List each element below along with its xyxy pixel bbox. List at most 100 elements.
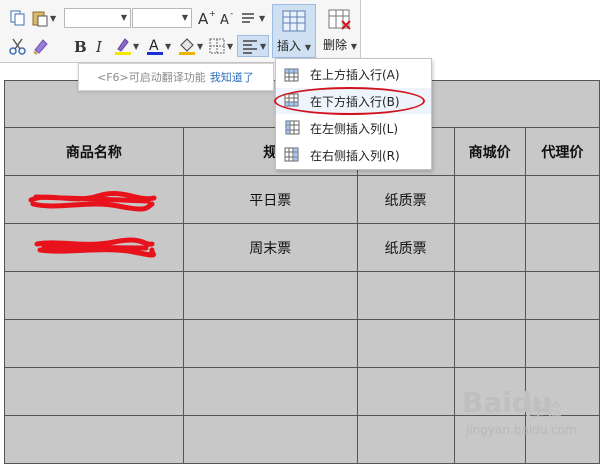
redaction-scribble [28, 191, 157, 212]
table-cell[interactable] [524, 319, 600, 368]
svg-text:+: + [209, 9, 216, 18]
tooltip-text: <F6>可启动翻译功能 [97, 71, 206, 84]
menu-item-insert-column-left[interactable]: 在左侧插入列(L) [276, 115, 431, 141]
insert-column-left-icon [285, 120, 300, 135]
svg-text:A: A [149, 38, 159, 54]
chevron-down-icon: ▼ [350, 42, 357, 51]
table-cell[interactable] [4, 415, 184, 464]
paint-bucket-icon [179, 38, 195, 55]
watermark-subtitle: 经验 [526, 400, 562, 421]
italic-icon: I [95, 38, 103, 56]
table-cell[interactable] [356, 367, 455, 416]
table-cell[interactable] [182, 367, 358, 416]
table-cell[interactable] [182, 271, 358, 320]
font-color-icon: A [147, 38, 163, 55]
formatting-toolbar: ▼ ▼ ▼ A + A- ▼ B I ▼ A ▼ ▼ ▼ ▼ 插入 ▼ 删除 ▼ [0, 0, 361, 63]
bold-button[interactable]: B [70, 36, 90, 56]
table-cell[interactable] [182, 415, 358, 464]
dismiss-link[interactable]: 我知道了 [210, 71, 254, 84]
bold-icon: B [74, 38, 87, 56]
svg-text:A: A [198, 10, 209, 28]
chevron-down-icon: ▼ [227, 41, 234, 51]
menu-item-label: 在上方插入行(A) [310, 67, 400, 82]
chevron-down-icon: ▼ [260, 41, 267, 51]
shrink-font-icon: A- [220, 9, 233, 28]
highlighter-icon [115, 38, 131, 55]
table-cell[interactable] [4, 319, 184, 368]
table-row [4, 319, 600, 368]
align-button[interactable]: ▼ [237, 35, 270, 57]
clear-format-button[interactable]: ▼ [239, 8, 265, 28]
table-cell[interactable] [356, 271, 455, 320]
chevron-down-icon: ▼ [304, 43, 311, 52]
table-cell[interactable]: 纸质票 [356, 223, 455, 272]
header-cell[interactable]: 商城价 [453, 127, 526, 176]
table-cell[interactable]: 周末票 [182, 223, 358, 272]
table-cell[interactable] [4, 367, 184, 416]
header-cell[interactable]: 代理价 [524, 127, 600, 176]
borders-button[interactable]: ▼ [207, 36, 233, 56]
font-color-button[interactable]: A ▼ [145, 36, 171, 56]
italic-button[interactable]: I [91, 36, 111, 56]
table-cell[interactable]: 纸质票 [356, 175, 455, 224]
redaction-scribble [34, 237, 156, 258]
table-cell[interactable] [524, 271, 600, 320]
fill-color-button[interactable]: ▼ [177, 36, 203, 56]
delete-button[interactable]: 删除 ▼ [318, 4, 362, 58]
table-cell[interactable] [524, 223, 600, 272]
highlight-button[interactable]: ▼ [113, 36, 139, 56]
menu-item-label: 在左侧插入列(L) [310, 121, 399, 136]
shrink-font-button[interactable]: A- [217, 8, 237, 28]
table-insert-icon [282, 10, 306, 32]
copy-button[interactable] [8, 8, 28, 28]
menu-item-insert-row-above[interactable]: 在上方插入行(A) [276, 61, 431, 87]
cut-button[interactable] [8, 36, 28, 56]
table-cell[interactable]: 平日票 [182, 175, 358, 224]
menu-item-insert-column-right[interactable]: 在右侧插入列(R) [276, 142, 431, 168]
table-cell[interactable] [453, 271, 526, 320]
paste-icon [32, 11, 48, 27]
chevron-down-icon: ▼ [197, 41, 204, 51]
highlight-circle-annotation [274, 87, 425, 115]
format-painter-button[interactable] [31, 36, 51, 56]
menu-item-label: 在右侧插入列(R) [310, 148, 400, 163]
table-cell[interactable] [453, 223, 526, 272]
chevron-down-icon: ▼ [181, 13, 188, 22]
grow-font-icon: A + [198, 9, 216, 28]
svg-text:-: - [230, 9, 233, 19]
table-cell[interactable] [453, 175, 526, 224]
format-painter-icon [33, 39, 48, 55]
insert-row-above-icon [284, 68, 299, 82]
table-cell[interactable] [182, 319, 358, 368]
font-family-select[interactable]: ▼ [64, 8, 131, 28]
chevron-down-icon: ▼ [133, 41, 140, 51]
insert-button[interactable]: 插入 ▼ [272, 4, 316, 58]
borders-icon [209, 38, 225, 54]
watermark-url: jingyan.baidu.com [466, 423, 577, 437]
insert-column-right-icon [284, 147, 299, 162]
insert-label: 插入 [277, 39, 302, 53]
align-left-icon [243, 40, 257, 54]
header-cell[interactable]: 商品名称 [4, 127, 184, 176]
table-cell[interactable] [453, 319, 526, 368]
chevron-down-icon: ▼ [259, 13, 266, 23]
svg-text:I: I [95, 38, 103, 56]
table-cell[interactable] [356, 319, 455, 368]
chevron-down-icon: ▼ [50, 13, 57, 23]
clear-format-icon [242, 13, 254, 23]
grow-font-button[interactable]: A + [196, 8, 216, 28]
font-size-select[interactable]: ▼ [132, 8, 192, 28]
table-row [4, 271, 600, 320]
svg-text:B: B [74, 38, 87, 56]
copy-icon [10, 10, 25, 26]
table-cell[interactable] [4, 271, 184, 320]
translate-hint-tooltip: <F6>可启动翻译功能 我知道了 [78, 63, 274, 91]
chevron-down-icon: ▼ [120, 13, 127, 22]
chevron-down-icon: ▼ [165, 41, 172, 51]
table-cell[interactable] [356, 415, 455, 464]
table-cell[interactable] [524, 175, 600, 224]
scissors-icon [9, 38, 26, 55]
paste-button[interactable]: ▼ [30, 8, 56, 28]
table-delete-icon [328, 9, 351, 30]
svg-text:A: A [220, 13, 229, 28]
